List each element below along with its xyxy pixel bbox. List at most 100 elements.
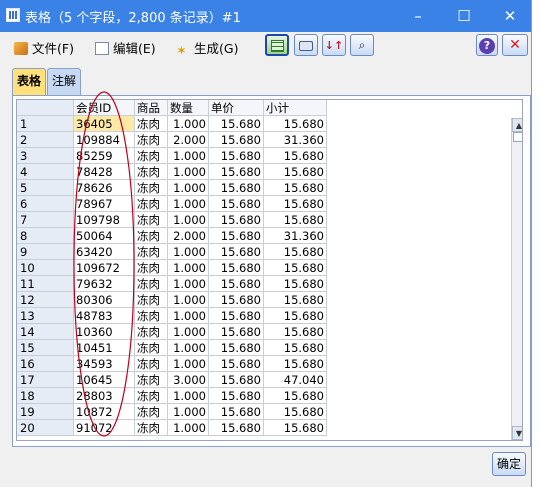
vertical-scrollbar[interactable]: ▲ ▼ [511,118,522,440]
table-row[interactable]: 7 109798 冻肉 1.000 15.680 15.680 [17,212,327,228]
unit-price-cell[interactable]: 15.680 [209,164,264,180]
menu-edit[interactable]: 编辑(E) [95,38,156,57]
row-index[interactable]: 17 [17,372,74,388]
subtotal-cell[interactable]: 15.680 [264,180,327,196]
print-button[interactable] [294,34,318,56]
product-cell[interactable]: 冻肉 [135,164,168,180]
row-index[interactable]: 19 [17,404,74,420]
product-cell[interactable]: 冻肉 [135,340,168,356]
table-export-button[interactable] [265,34,289,56]
member-id-cell[interactable]: 36405 [74,116,135,132]
unit-price-cell[interactable]: 15.680 [209,228,264,244]
quantity-cell[interactable]: 1.000 [168,420,209,436]
row-index[interactable]: 15 [17,340,74,356]
member-id-cell[interactable]: 109884 [74,132,135,148]
quantity-cell[interactable]: 1.000 [168,212,209,228]
unit-price-cell[interactable]: 15.680 [209,324,264,340]
table-row[interactable]: 13 48783 冻肉 1.000 15.680 15.680 [17,308,327,324]
product-cell[interactable]: 冻肉 [135,228,168,244]
member-id-cell[interactable]: 79632 [74,276,135,292]
unit-price-cell[interactable]: 15.680 [209,420,264,436]
quantity-cell[interactable]: 1.000 [168,260,209,276]
column-header-quantity[interactable]: 数量 [168,100,209,116]
member-id-cell[interactable]: 80306 [74,292,135,308]
unit-price-cell[interactable]: 15.680 [209,356,264,372]
quantity-cell[interactable]: 1.000 [168,244,209,260]
unit-price-cell[interactable]: 15.680 [209,260,264,276]
find-button[interactable]: ⌕ [350,34,374,56]
quantity-cell[interactable]: 1.000 [168,324,209,340]
column-header-unit-price[interactable]: 单价 [209,100,264,116]
unit-price-cell[interactable]: 15.680 [209,372,264,388]
row-index[interactable]: 20 [17,420,74,436]
subtotal-cell[interactable]: 15.680 [264,260,327,276]
member-id-cell[interactable]: 85259 [74,148,135,164]
table-row[interactable]: 16 34593 冻肉 1.000 15.680 15.680 [17,356,327,372]
table-row[interactable]: 2 109884 冻肉 2.000 15.680 31.360 [17,132,327,148]
row-index[interactable]: 9 [17,244,74,260]
column-header-member-id[interactable]: 会员ID [74,100,135,116]
row-index[interactable]: 8 [17,228,74,244]
table-row[interactable]: 19 10872 冻肉 1.000 15.680 15.680 [17,404,327,420]
product-cell[interactable]: 冻肉 [135,372,168,388]
product-cell[interactable]: 冻肉 [135,404,168,420]
quantity-cell[interactable]: 1.000 [168,292,209,308]
table-row[interactable]: 12 80306 冻肉 1.000 15.680 15.680 [17,292,327,308]
row-index[interactable]: 1 [17,116,74,132]
quantity-cell[interactable]: 1.000 [168,308,209,324]
ok-button[interactable]: 确定 [492,452,526,476]
row-index[interactable]: 11 [17,276,74,292]
product-cell[interactable]: 冻肉 [135,180,168,196]
table-row[interactable]: 15 10451 冻肉 1.000 15.680 15.680 [17,340,327,356]
scroll-up-button[interactable]: ▲ [512,118,522,132]
product-cell[interactable]: 冻肉 [135,356,168,372]
quantity-cell[interactable]: 1.000 [168,196,209,212]
product-cell[interactable]: 冻肉 [135,132,168,148]
unit-price-cell[interactable]: 15.680 [209,404,264,420]
close-table-button[interactable]: ✕ [502,34,528,56]
subtotal-cell[interactable]: 15.680 [264,324,327,340]
menu-generate[interactable]: ✶ 生成(G) [176,38,238,58]
product-cell[interactable]: 冻肉 [135,388,168,404]
member-id-cell[interactable]: 28803 [74,388,135,404]
subtotal-cell[interactable]: 15.680 [264,356,327,372]
tab-table[interactable]: 表格 [12,68,47,95]
table-row[interactable]: 4 78428 冻肉 1.000 15.680 15.680 [17,164,327,180]
table-row[interactable]: 20 91072 冻肉 1.000 15.680 15.680 [17,420,327,436]
subtotal-cell[interactable]: 15.680 [264,244,327,260]
product-cell[interactable]: 冻肉 [135,308,168,324]
product-cell[interactable]: 冻肉 [135,196,168,212]
subtotal-cell[interactable]: 15.680 [264,308,327,324]
row-index[interactable]: 6 [17,196,74,212]
table-row[interactable]: 14 10360 冻肉 1.000 15.680 15.680 [17,324,327,340]
member-id-cell[interactable]: 10872 [74,404,135,420]
table-row[interactable]: 6 78967 冻肉 1.000 15.680 15.680 [17,196,327,212]
product-cell[interactable]: 冻肉 [135,212,168,228]
scroll-down-button[interactable]: ▼ [512,426,522,440]
row-index[interactable]: 3 [17,148,74,164]
unit-price-cell[interactable]: 15.680 [209,116,264,132]
product-cell[interactable]: 冻肉 [135,116,168,132]
member-id-cell[interactable]: 78428 [74,164,135,180]
subtotal-cell[interactable]: 15.680 [264,292,327,308]
table-row[interactable]: 3 85259 冻肉 1.000 15.680 15.680 [17,148,327,164]
help-button[interactable]: ? [476,34,498,56]
member-id-cell[interactable]: 10645 [74,372,135,388]
unit-price-cell[interactable]: 15.680 [209,212,264,228]
table-row[interactable]: 10 109672 冻肉 1.000 15.680 15.680 [17,260,327,276]
subtotal-cell[interactable]: 15.680 [264,212,327,228]
quantity-cell[interactable]: 1.000 [168,276,209,292]
member-id-cell[interactable]: 48783 [74,308,135,324]
member-id-cell[interactable]: 10360 [74,324,135,340]
subtotal-cell[interactable]: 31.360 [264,228,327,244]
member-id-cell[interactable]: 109672 [74,260,135,276]
column-header-index[interactable] [17,100,74,116]
row-index[interactable]: 5 [17,180,74,196]
member-id-cell[interactable]: 78626 [74,180,135,196]
column-header-product[interactable]: 商品 [135,100,168,116]
subtotal-cell[interactable]: 15.680 [264,116,327,132]
unit-price-cell[interactable]: 15.680 [209,244,264,260]
quantity-cell[interactable]: 2.000 [168,228,209,244]
data-table[interactable]: 会员ID 商品 数量 单价 小计 1 36405 冻肉 1.000 15.680 15.6… [16,99,523,441]
member-id-cell[interactable]: 50064 [74,228,135,244]
